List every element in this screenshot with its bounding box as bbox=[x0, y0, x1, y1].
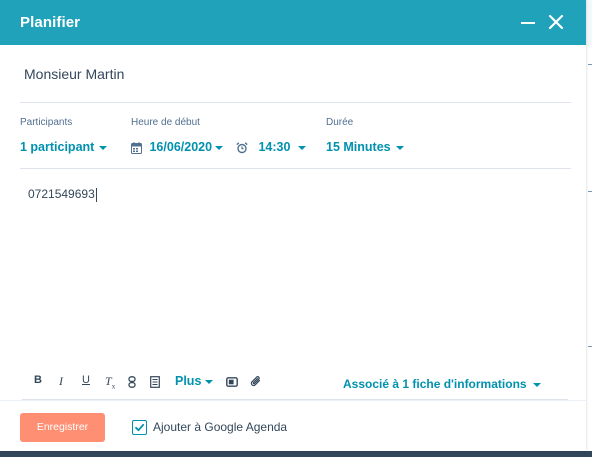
chevron-down-icon bbox=[215, 145, 224, 150]
chevron-down-icon bbox=[532, 382, 541, 387]
start-time-dropdown[interactable]: 14:30 bbox=[236, 140, 307, 154]
more-dropdown[interactable]: Plus bbox=[175, 374, 214, 392]
minimize-icon bbox=[521, 22, 535, 24]
modal-header: Planifier bbox=[0, 0, 586, 45]
minimize-button[interactable] bbox=[515, 9, 541, 35]
clear-format-button[interactable]: Tx bbox=[105, 374, 115, 392]
associations-label: Associé à 1 fiche d'informations bbox=[343, 377, 527, 391]
clear-format-sub: x bbox=[111, 382, 116, 391]
clear-format-glyph: T bbox=[105, 374, 112, 388]
save-button[interactable]: Enregistrer bbox=[20, 413, 105, 442]
task-subject-input[interactable]: Monsieur Martin bbox=[24, 66, 124, 82]
background-app-edge bbox=[585, 46, 592, 451]
chevron-down-icon bbox=[395, 145, 404, 150]
footer-divider bbox=[0, 400, 586, 401]
start-date-dropdown[interactable]: 16/06/2020 bbox=[131, 140, 224, 154]
divider bbox=[20, 168, 571, 169]
notes-text: 0721549693 bbox=[28, 187, 95, 201]
notes-editor[interactable]: 0721549693 bbox=[28, 187, 97, 202]
divider bbox=[20, 102, 571, 103]
taskbar-strip bbox=[0, 451, 592, 457]
alarm-clock-icon bbox=[236, 141, 248, 153]
chevron-down-icon bbox=[205, 379, 214, 384]
calendar-icon bbox=[131, 141, 142, 154]
modal-title: Planifier bbox=[20, 14, 81, 31]
associations-dropdown[interactable]: Associé à 1 fiche d'informations bbox=[343, 377, 541, 391]
chevron-down-icon bbox=[298, 145, 307, 150]
checkmark-icon bbox=[135, 423, 145, 432]
more-label: Plus bbox=[175, 374, 202, 388]
duration-label: Durée bbox=[326, 117, 354, 128]
participants-value: 1 participant bbox=[20, 140, 95, 154]
paperclip-icon bbox=[250, 376, 261, 387]
bold-button[interactable]: B bbox=[34, 374, 42, 392]
start-time-value: 14:30 bbox=[258, 140, 291, 154]
video-icon bbox=[226, 377, 238, 387]
duration-dropdown[interactable]: 15 Minutes bbox=[326, 140, 404, 154]
document-icon bbox=[150, 376, 160, 388]
google-calendar-checkbox[interactable] bbox=[132, 420, 147, 435]
link-icon bbox=[128, 376, 136, 388]
close-icon bbox=[548, 14, 564, 30]
start-date-value: 16/06/2020 bbox=[149, 140, 213, 154]
text-cursor bbox=[95, 187, 97, 202]
snippet-button[interactable] bbox=[150, 376, 160, 394]
close-button[interactable] bbox=[543, 9, 569, 35]
link-button[interactable] bbox=[128, 376, 136, 394]
start-time-label: Heure de début bbox=[131, 117, 200, 128]
schedule-modal: Planifier Monsieur Martin Participants H… bbox=[0, 0, 586, 451]
participants-label: Participants bbox=[20, 117, 73, 128]
italic-button[interactable]: I bbox=[59, 374, 63, 392]
video-button[interactable] bbox=[226, 377, 238, 395]
participants-dropdown[interactable]: 1 participant bbox=[20, 140, 108, 154]
underline-button[interactable]: U bbox=[82, 374, 90, 392]
attach-button[interactable] bbox=[250, 375, 262, 393]
chevron-down-icon bbox=[99, 145, 108, 150]
google-calendar-label[interactable]: Ajouter à Google Agenda bbox=[153, 420, 287, 434]
duration-value: 15 Minutes bbox=[326, 140, 391, 154]
